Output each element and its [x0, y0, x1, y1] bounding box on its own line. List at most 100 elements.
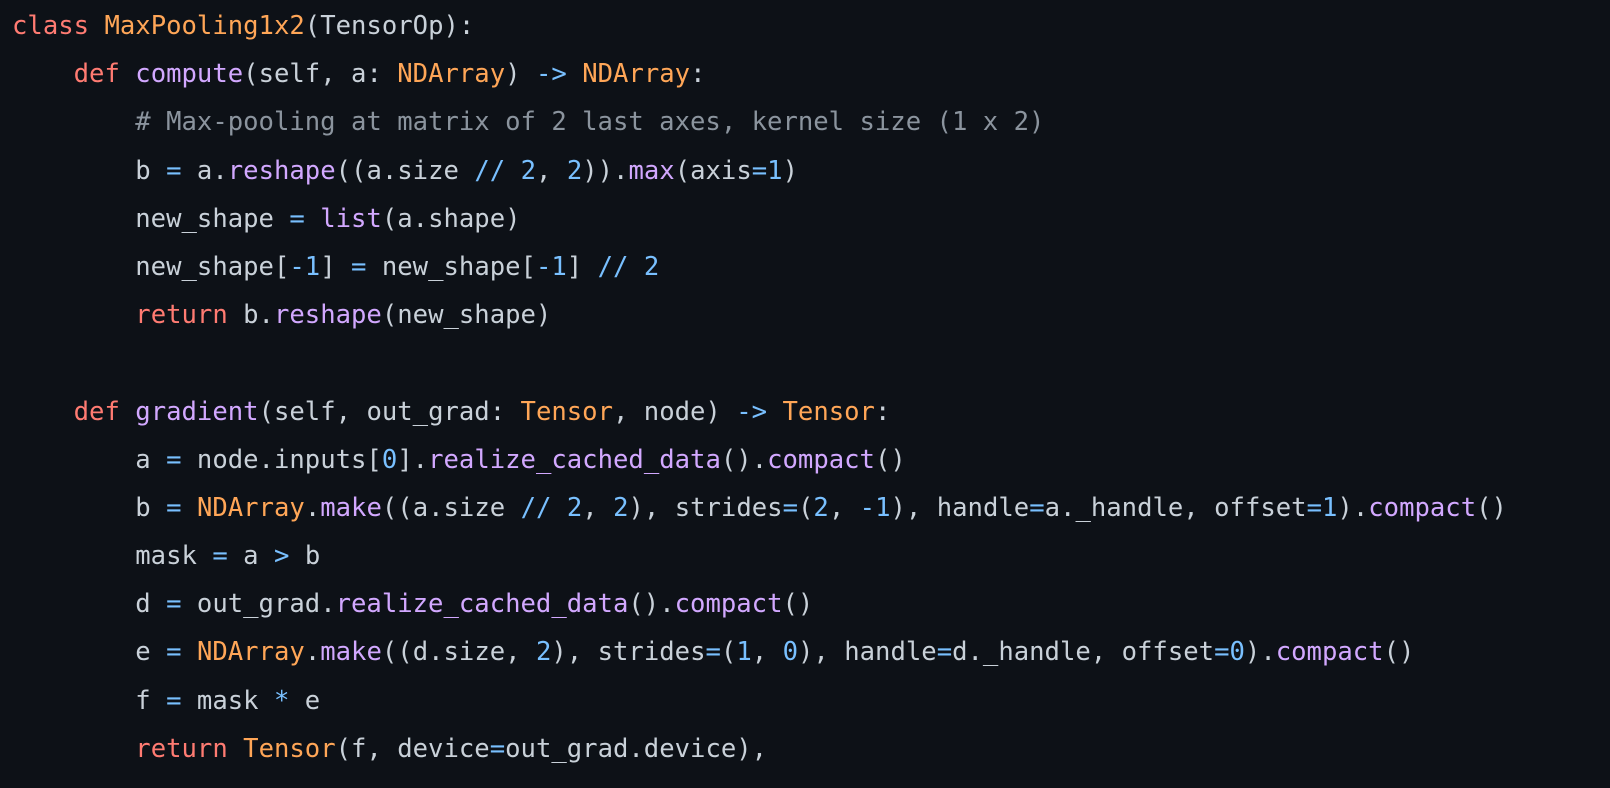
code-token-text: ((a.size: [335, 155, 475, 186]
code-token-op: =: [782, 492, 798, 523]
code-token-text: )).: [582, 155, 629, 186]
code-token-text: a._handle, offset: [1044, 492, 1307, 523]
code-token-text: .: [304, 637, 321, 668]
code-token-num: 1: [1322, 492, 1338, 523]
code-token-op: -: [859, 492, 876, 523]
code-line: def compute(self, a: NDArray) -> NDArray…: [12, 50, 1610, 98]
code-token-text: (: [720, 637, 737, 668]
code-token-text: ).: [1244, 637, 1276, 668]
code-line: return b.reshape(new_shape): [12, 291, 1610, 339]
code-token-func: compact: [767, 444, 875, 475]
code-token-num: 2: [520, 155, 536, 186]
code-line: new_shape = list(a.shape): [12, 195, 1610, 243]
code-token-op: =: [1214, 637, 1230, 668]
code-token-type: Tensor: [782, 396, 875, 427]
code-line: # Max-pooling at matrix of 2 last axes, …: [12, 98, 1610, 146]
code-token-op: //: [520, 492, 552, 523]
code-token-keyword: return: [135, 300, 228, 331]
code-token-func: realize_cached_data: [335, 589, 629, 620]
code-token-num: 0: [1229, 637, 1245, 668]
code-token-op: =: [751, 155, 768, 186]
code-token-op: =: [1306, 492, 1322, 523]
code-token-text: a: [227, 541, 274, 572]
code-token-func: make: [320, 637, 382, 668]
code-token-func: max: [628, 155, 675, 186]
code-token-text: ,: [828, 492, 860, 523]
code-token-text: ,: [582, 492, 614, 523]
code-token-text: out_grad.: [181, 589, 336, 620]
code-token-text: ().: [628, 589, 675, 620]
code-token-text: mask: [12, 541, 213, 572]
code-token-text: (self, a:: [243, 59, 398, 90]
code-line: return Tensor(f, device=out_grad.device)…: [12, 725, 1610, 773]
code-token-text: ): [782, 155, 799, 186]
code-token-text: .: [304, 492, 321, 523]
code-token-text: a.: [181, 155, 228, 186]
code-token-text: (): [1383, 637, 1415, 668]
code-token-text: ]: [320, 251, 352, 282]
code-token-num: 1: [736, 637, 752, 668]
code-token-text: (): [874, 444, 906, 475]
code-token-text: :: [874, 396, 891, 427]
code-token-op: =: [212, 541, 228, 572]
code-token-op: =: [1029, 492, 1045, 523]
code-token-text: new_shape: [12, 203, 290, 234]
code-token-op: =: [166, 492, 182, 523]
code-token-num: 2: [566, 155, 583, 186]
code-token-op: =: [351, 251, 367, 282]
code-token-op: =: [166, 444, 182, 475]
code-token-text: b: [289, 541, 321, 572]
code-token-keyword: class: [12, 11, 90, 41]
code-token-op: *: [273, 685, 290, 716]
code-token-func: compact: [1275, 637, 1384, 668]
code-token-text: ].: [397, 444, 429, 475]
code-token-text: (): [1476, 492, 1507, 523]
code-token-op: =: [166, 589, 182, 620]
code-token-text: f: [12, 685, 167, 716]
code-token-text: ().: [720, 444, 768, 475]
code-token-op: =: [289, 203, 305, 234]
code-token-op: =: [166, 155, 182, 186]
code-token-op: -: [535, 251, 552, 282]
code-token-text: new_shape[: [366, 251, 536, 282]
code-token-classname: MaxPooling1x2: [104, 11, 305, 41]
code-token-keyword: def: [73, 396, 120, 427]
code-token-func: reshape: [227, 155, 336, 186]
code-token-keyword: return: [135, 733, 228, 764]
code-token-text: , node): [612, 396, 737, 427]
code-token-text: ,: [535, 155, 567, 186]
code-token-text: a: [12, 444, 167, 475]
code-token-text: (f, device: [335, 733, 490, 764]
code-token-text: ]: [566, 251, 598, 282]
code-token-num: 2: [613, 492, 629, 523]
code-token-text: (new_shape): [381, 300, 552, 331]
code-content[interactable]: class MaxPooling1x2(TensorOp): def compu…: [12, 2, 1610, 773]
code-token-op: =: [489, 733, 506, 764]
code-token-op: >: [273, 541, 290, 572]
code-token-num: 1: [875, 492, 891, 523]
code-token-op: =: [166, 637, 182, 668]
code-token-type: NDArray: [196, 492, 305, 523]
code-token-op: =: [166, 685, 182, 716]
code-line: e = NDArray.make((d.size, 2), strides=(1…: [12, 628, 1610, 676]
code-token-num: 1: [304, 251, 321, 282]
code-token-comment: # Max-pooling at matrix of 2 last axes, …: [135, 107, 1045, 138]
code-token-text: (self, out_grad:: [258, 396, 521, 427]
code-token-text: d._handle, offset: [952, 637, 1215, 668]
code-token-op: -: [289, 251, 305, 282]
code-token-text: b: [12, 492, 167, 523]
code-token-keyword: def: [73, 59, 120, 90]
code-line: a = node.inputs[0].realize_cached_data()…: [12, 436, 1610, 484]
code-token-text: (): [782, 589, 814, 620]
code-token-func: make: [320, 492, 382, 523]
code-token-text: mask: [181, 685, 274, 716]
code-token-type: NDArray: [196, 637, 305, 668]
code-token-type: NDArray: [582, 59, 691, 90]
